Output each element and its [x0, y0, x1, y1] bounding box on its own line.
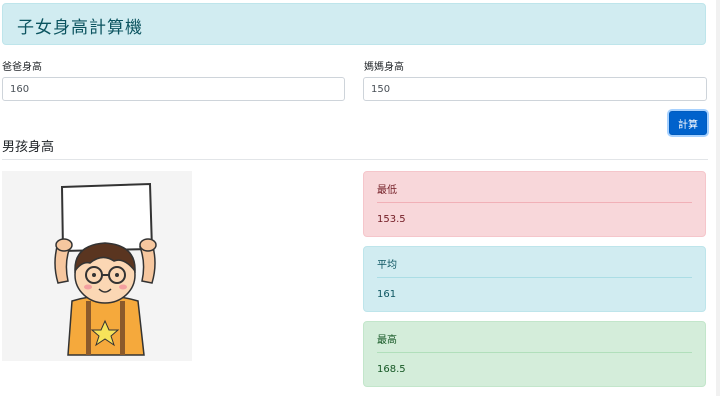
card-divider — [377, 277, 692, 278]
avg-height-card: 平均 161 — [363, 246, 706, 312]
min-height-value: 153.5 — [377, 214, 406, 225]
card-divider — [377, 202, 692, 203]
vertical-scrollbar[interactable] — [716, 0, 720, 396]
max-height-label: 最高 — [377, 335, 397, 346]
card-divider — [377, 352, 692, 353]
mother-height-label: 媽媽身高 — [364, 62, 404, 73]
father-height-label: 爸爸身高 — [2, 62, 42, 73]
boy-holding-sign-icon — [54, 182, 157, 356]
min-height-label: 最低 — [377, 185, 397, 196]
result-section-title: 男孩身高 — [2, 140, 55, 155]
calculate-button[interactable]: 計算 — [669, 111, 707, 135]
boy-illustration — [2, 171, 192, 361]
max-height-value: 168.5 — [377, 364, 406, 375]
min-height-card: 最低 153.5 — [363, 171, 706, 237]
section-divider — [2, 159, 708, 160]
page-header: 子女身高計算機 — [2, 3, 706, 45]
father-height-input[interactable] — [2, 77, 345, 101]
avg-height-value: 161 — [377, 289, 397, 300]
max-height-card: 最高 168.5 — [363, 321, 706, 387]
page-title: 子女身高計算機 — [17, 18, 143, 38]
mother-height-input[interactable] — [363, 77, 707, 101]
avg-height-label: 平均 — [377, 260, 397, 271]
